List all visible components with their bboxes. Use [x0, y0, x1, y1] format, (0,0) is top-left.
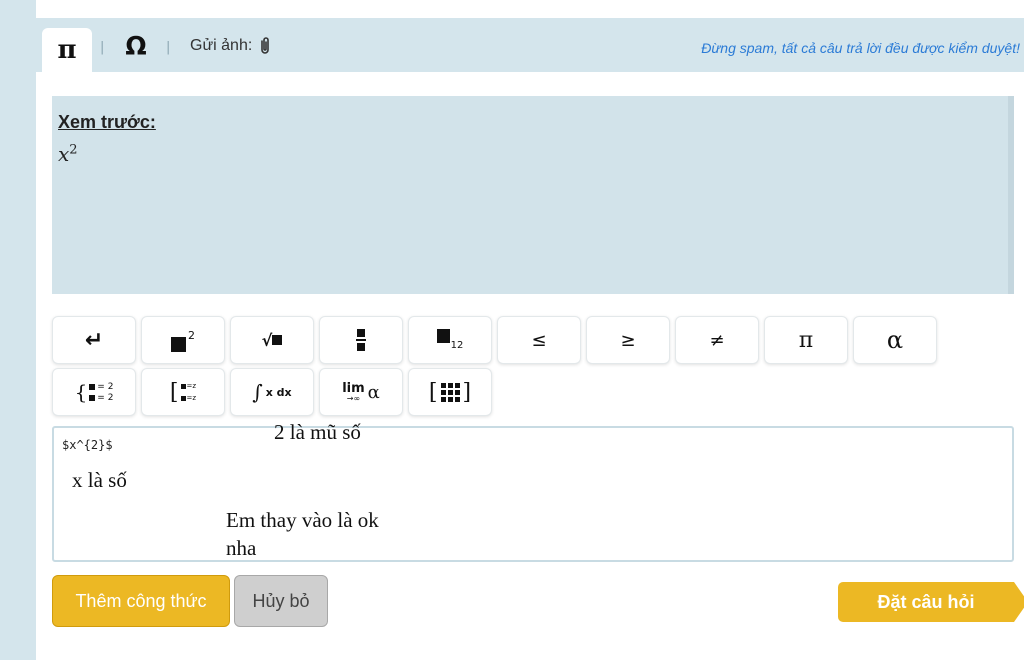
upload-image-button[interactable]: Gửi ảnh: [190, 36, 272, 56]
key-fraction[interactable] [319, 316, 403, 364]
top-card [36, 0, 1024, 18]
cancel-button[interactable]: Hủy bỏ [234, 575, 328, 627]
left-strip [0, 0, 36, 660]
key-sqrt[interactable]: √ [230, 316, 314, 364]
key-geq[interactable]: ≥ [586, 316, 670, 364]
moderation-notice: Đừng spam, tất cả câu trả lời đều được k… [701, 40, 1020, 56]
bracket-icon: [ =z =z [169, 379, 197, 405]
preview-formula: x2 [58, 142, 78, 166]
fraction-icon [356, 329, 366, 351]
key-matrix[interactable]: [ ] [408, 368, 492, 416]
tab-separator: | [166, 40, 171, 55]
formula-editor: π | Ω | Gửi ảnh: Đừng spam, tất cả câu t… [36, 18, 1024, 660]
key-leq[interactable]: ≤ [497, 316, 581, 364]
key-pi[interactable]: π [764, 316, 848, 364]
matrix-icon: [ ] [428, 379, 472, 405]
preview-base: x [58, 142, 70, 166]
preview-panel: Xem trước: x2 [52, 96, 1014, 294]
pi-icon: π [57, 35, 77, 65]
key-interval[interactable]: [ =z =z [141, 368, 225, 416]
key-limit[interactable]: lim →∞ α [319, 368, 403, 416]
add-formula-button[interactable]: Thêm công thức [52, 575, 230, 627]
key-subscript[interactable]: 12 [408, 316, 492, 364]
tab-separator: | [100, 40, 105, 55]
formula-input-value: $x^{2}$ [62, 438, 113, 452]
formula-input[interactable]: $x^{2}$ [52, 426, 1014, 562]
tab-math[interactable]: π [42, 28, 92, 72]
pi-icon: π [798, 327, 814, 353]
preview-exponent: 2 [69, 142, 78, 158]
upload-label: Gửi ảnh: [190, 37, 253, 54]
integral-icon: ∫ x dx [252, 380, 292, 404]
annotation-exponent: 2 là mũ số [274, 420, 361, 444]
editor-tabbar: π | Ω | Gửi ảnh: Đừng spam, tất cả câu t… [36, 18, 1024, 72]
sqrt-icon: √ [262, 331, 283, 350]
key-enter[interactable]: ↵ [52, 316, 136, 364]
limit-icon: lim →∞ α [342, 380, 380, 403]
key-integral[interactable]: ∫ x dx [230, 368, 314, 416]
key-system[interactable]: { = 2 = 2 [52, 368, 136, 416]
preview-title: Xem trước: [58, 112, 156, 132]
neq-label: ≠ [709, 329, 725, 351]
annotation-line1: Em thay vào là ok [226, 508, 379, 532]
ask-question-button[interactable]: Đặt câu hỏi [838, 582, 1024, 622]
annotation-line2: nha [226, 536, 257, 560]
geq-label: ≥ [620, 329, 636, 351]
equation-system-icon: { = 2 = 2 [74, 380, 114, 404]
annotation-base: x là số [72, 468, 127, 492]
key-neq[interactable]: ≠ [675, 316, 759, 364]
superscript-icon: 2 [171, 329, 195, 352]
tab-symbols[interactable]: Ω [116, 18, 156, 72]
key-power[interactable]: 2 [141, 316, 225, 364]
paperclip-icon [261, 37, 270, 54]
alpha-icon: α [886, 326, 904, 354]
omega-icon: Ω [125, 30, 147, 60]
key-alpha[interactable]: α [853, 316, 937, 364]
enter-icon: ↵ [84, 327, 104, 353]
subscript-icon: 12 [436, 329, 463, 351]
leq-label: ≤ [531, 329, 547, 351]
